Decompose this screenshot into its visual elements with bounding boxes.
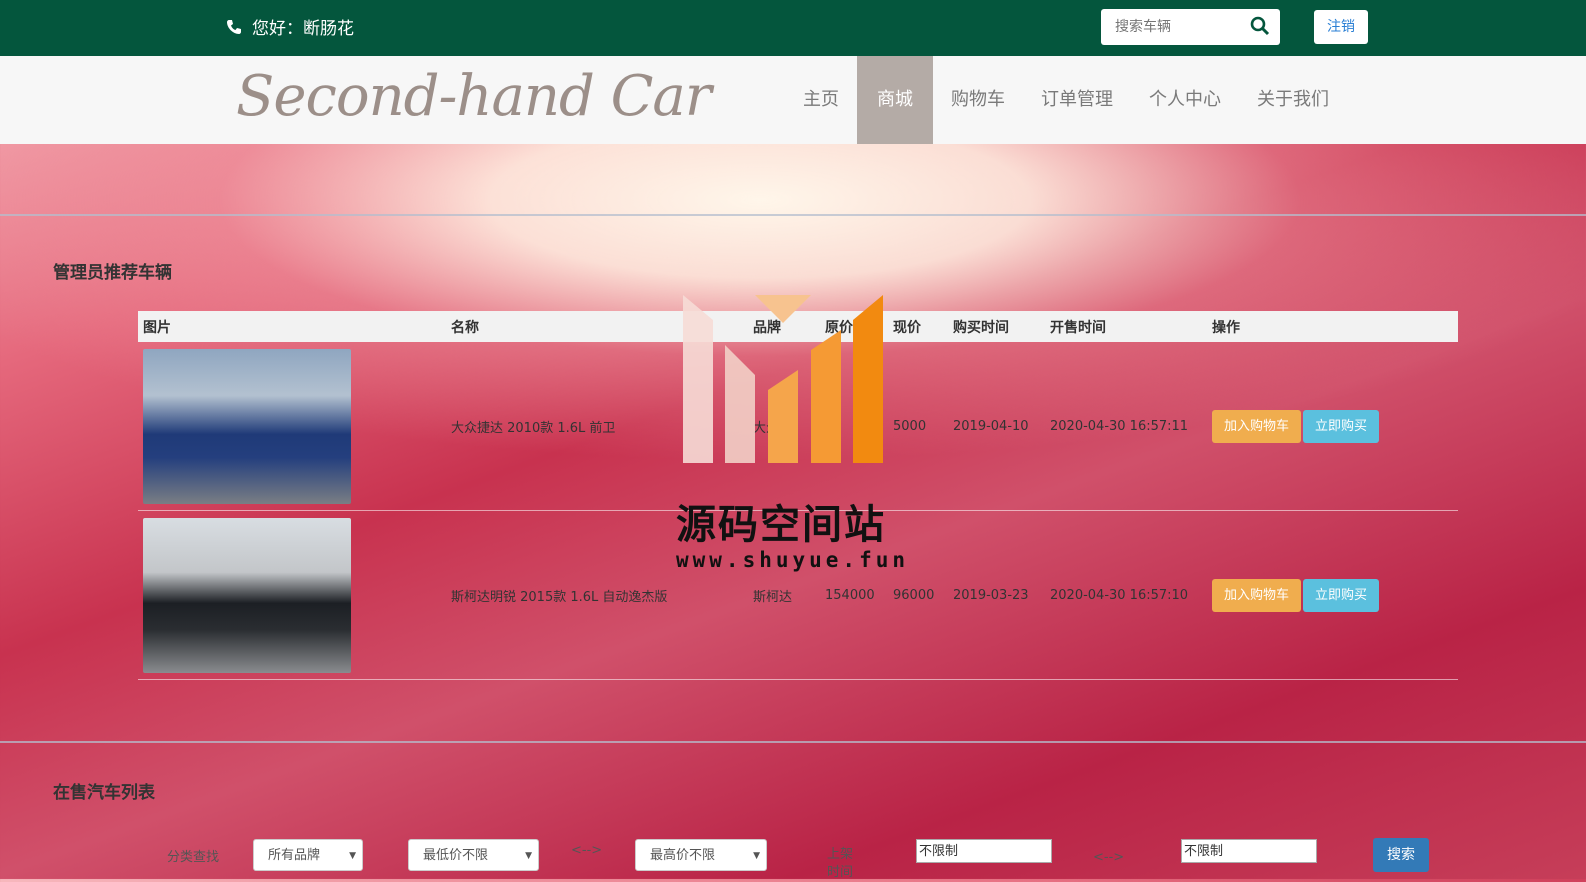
col-header-sale-time: 开售时间 — [1045, 311, 1207, 342]
nav-item-orders[interactable]: 订单管理 — [1023, 56, 1131, 144]
time-range-separator: <--> — [1093, 850, 1125, 865]
car-buy-time: 2019-03-23 — [948, 510, 1045, 680]
search-icon[interactable] — [1250, 16, 1270, 40]
brand-select-value: 所有品牌 — [268, 848, 321, 863]
user-greeting: 您好：断肠花 — [226, 14, 354, 39]
time-from-input[interactable]: 不限制 — [916, 839, 1052, 863]
price-range-separator: <--> — [571, 843, 603, 858]
car-buy-time: 2019-04-10 — [948, 342, 1045, 511]
time-label: 上架时间 — [827, 847, 854, 880]
top-bar: 您好：断肠花 注销 — [0, 0, 1586, 56]
nav-item-profile[interactable]: 个人中心 — [1131, 56, 1239, 144]
min-price-select[interactable]: 最低价不限 ▼ — [408, 839, 539, 871]
max-price-select[interactable]: 最高价不限 ▼ — [635, 839, 767, 871]
nav-item-home[interactable]: 主页 — [785, 56, 857, 144]
car-sale-time: 2020-04-30 16:57:11 — [1045, 342, 1207, 511]
car-sale-time: 2020-04-30 16:57:10 — [1045, 510, 1207, 680]
add-to-cart-button[interactable]: 加入购物车 — [1212, 409, 1302, 443]
greeting-text: 您好：断肠花 — [252, 19, 354, 39]
site-logo[interactable]: Second-hand Car — [236, 64, 712, 129]
section-divider — [0, 741, 1586, 743]
chevron-down-icon: ▼ — [753, 851, 760, 861]
filter-search-button[interactable]: 搜索 — [1373, 838, 1429, 872]
nav-item-cart[interactable]: 购物车 — [933, 56, 1023, 144]
logout-button[interactable]: 注销 — [1314, 10, 1368, 44]
recommend-title: 管理员推荐车辆 — [53, 263, 172, 283]
phone-icon — [226, 19, 242, 35]
col-header-actions: 操作 — [1207, 311, 1458, 342]
col-header-buy-time: 购买时间 — [948, 311, 1045, 342]
brand-select[interactable]: 所有品牌 ▼ — [253, 839, 363, 871]
nav-item-about[interactable]: 关于我们 — [1239, 56, 1347, 144]
car-image[interactable] — [143, 348, 351, 504]
min-price-select-value: 最低价不限 — [423, 848, 489, 863]
buy-now-button[interactable]: 立即购买 — [1303, 578, 1380, 612]
add-to-cart-button[interactable]: 加入购物车 — [1212, 578, 1302, 612]
buy-now-button[interactable]: 立即购买 — [1303, 409, 1380, 443]
chevron-down-icon: ▼ — [349, 851, 356, 861]
chevron-down-icon: ▼ — [525, 851, 532, 861]
nav-item-mall[interactable]: 商城 — [857, 56, 933, 144]
watermark-text: 源码空间站 — [676, 502, 886, 548]
car-image[interactable] — [143, 517, 351, 673]
time-to-input[interactable]: 不限制 — [1181, 839, 1317, 863]
section-divider — [0, 214, 1586, 216]
search-input[interactable] — [1101, 9, 1255, 45]
main-nav: 主页 商城 购物车 订单管理 个人中心 关于我们 — [785, 56, 1347, 144]
onsale-title: 在售汽车列表 — [53, 783, 155, 803]
col-header-image: 图片 — [138, 311, 446, 342]
max-price-select-value: 最高价不限 — [650, 848, 716, 863]
nav-bar: Second-hand Car 主页 商城 购物车 订单管理 个人中心 关于我们 — [0, 56, 1586, 144]
filter-label: 分类查找 — [167, 850, 220, 865]
search-box — [1101, 9, 1280, 45]
watermark-url: www.shuyue.fun — [676, 548, 910, 572]
